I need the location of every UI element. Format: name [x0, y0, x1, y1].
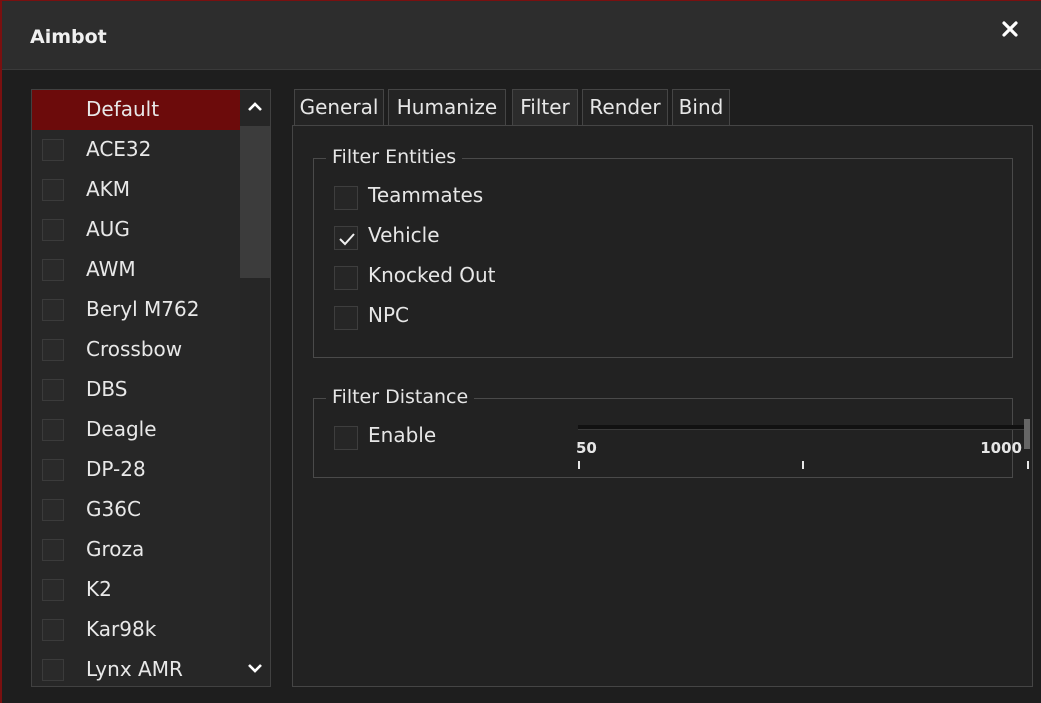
filter-entities-title: Filter Entities: [326, 146, 463, 168]
scroll-down-button[interactable]: [240, 650, 270, 686]
slider-tick: [802, 461, 804, 469]
weapon-list[interactable]: Default ACE32 AKM AUG AWM Beryl M762 Crossbow D…: [31, 89, 271, 687]
weapon-checkbox[interactable]: [42, 259, 64, 281]
weapon-list-item[interactable]: AWM: [32, 250, 240, 290]
npc-label: NPC: [368, 303, 409, 327]
weapon-checkbox[interactable]: [42, 459, 64, 481]
weapon-checkbox[interactable]: [42, 379, 64, 401]
enable-distance-checkbox-box[interactable]: [334, 426, 358, 450]
weapon-list-item[interactable]: G36C: [32, 490, 240, 530]
chevron-down-icon: [248, 664, 262, 673]
knocked-out-checkbox-box[interactable]: [334, 266, 358, 290]
tab-general[interactable]: General: [294, 89, 384, 125]
weapon-checkbox[interactable]: [42, 579, 64, 601]
filter-entities-group: Filter Entities Teammates Vehicle Knocke…: [313, 146, 1013, 358]
weapon-label: Groza: [86, 537, 145, 561]
slider-tick: [578, 461, 580, 469]
distance-slider-thumb[interactable]: [1024, 419, 1030, 449]
weapon-label: Lynx AMR: [86, 657, 183, 681]
weapon-label: Deagle: [86, 417, 157, 441]
teammates-label: Teammates: [368, 183, 484, 207]
weapon-checkbox[interactable]: [42, 659, 64, 681]
weapon-checkbox[interactable]: [42, 419, 64, 441]
chevron-up-icon: [248, 102, 262, 111]
tab-render[interactable]: Render: [582, 89, 668, 125]
weapon-checkbox[interactable]: [42, 219, 64, 241]
weapon-list-item[interactable]: AUG: [32, 210, 240, 250]
slider-tick: [1027, 461, 1029, 469]
weapon-checkbox[interactable]: [42, 299, 64, 321]
distance-slider[interactable]: 50 1000: [576, 419, 1030, 475]
filter-distance-title: Filter Distance: [326, 386, 475, 408]
vehicle-label: Vehicle: [368, 223, 440, 247]
vehicle-checkbox-box[interactable]: [334, 226, 358, 250]
weapon-list-item[interactable]: Groza: [32, 530, 240, 570]
aimbot-window: Aimbot Default ACE32 AKM AUG AWM Beryl M762 Cr…: [0, 0, 1041, 703]
scroll-up-button[interactable]: [240, 90, 270, 126]
scroll-thumb[interactable]: [240, 126, 270, 278]
close-button[interactable]: [992, 11, 1028, 47]
checkmark-icon: [339, 233, 355, 246]
weapon-checkbox[interactable]: [42, 539, 64, 561]
weapon-list-item[interactable]: Lynx AMR: [32, 650, 240, 686]
weapon-label: AUG: [86, 217, 130, 241]
weapon-list-item[interactable]: AKM: [32, 170, 240, 210]
weapon-checkbox[interactable]: [42, 339, 64, 361]
close-icon: [1002, 21, 1018, 37]
npc-checkbox-box[interactable]: [334, 306, 358, 330]
window-title: Aimbot: [30, 26, 107, 48]
tab-humanize[interactable]: Humanize: [388, 89, 506, 125]
tab-filter[interactable]: Filter: [512, 89, 578, 125]
weapon-list-item[interactable]: Deagle: [32, 410, 240, 450]
weapon-checkbox[interactable]: [42, 179, 64, 201]
weapon-list-scrollbar[interactable]: [240, 90, 270, 686]
title-bar[interactable]: Aimbot: [2, 1, 1041, 70]
knocked-out-label: Knocked Out: [368, 263, 496, 287]
weapon-label: K2: [86, 577, 112, 601]
weapon-checkbox[interactable]: [42, 619, 64, 641]
weapon-list-item[interactable]: DBS: [32, 370, 240, 410]
weapon-label: AWM: [86, 257, 136, 281]
weapon-label: DP-28: [86, 457, 146, 481]
weapon-label: G36C: [86, 497, 141, 521]
weapon-label: AKM: [86, 177, 131, 201]
weapon-checkbox[interactable]: [42, 139, 64, 161]
enable-distance-label: Enable: [368, 423, 437, 447]
weapon-label: Default: [86, 97, 160, 121]
weapon-list-item[interactable]: Beryl M762: [32, 290, 240, 330]
weapon-list-item[interactable]: Crossbow: [32, 330, 240, 370]
weapon-list-item[interactable]: Kar98k: [32, 610, 240, 650]
weapon-list-item[interactable]: ACE32: [32, 130, 240, 170]
weapon-checkbox[interactable]: [42, 499, 64, 521]
weapon-label: DBS: [86, 377, 128, 401]
filter-distance-group: Filter Distance Enable 50 1000: [313, 386, 1030, 478]
tab-bind[interactable]: Bind: [672, 89, 730, 125]
weapon-label: Kar98k: [86, 617, 157, 641]
weapon-list-item[interactable]: Default: [32, 90, 240, 130]
weapon-list-item[interactable]: K2: [32, 570, 240, 610]
slider-max-label: 1000: [980, 439, 1022, 457]
weapon-label: ACE32: [86, 137, 152, 161]
distance-slider-track[interactable]: [578, 425, 1026, 430]
slider-min-label: 50: [576, 439, 597, 457]
teammates-checkbox-box[interactable]: [334, 186, 358, 210]
filter-panel: Filter Entities Teammates Vehicle Knocke…: [292, 125, 1033, 687]
weapon-label: Crossbow: [86, 337, 183, 361]
weapon-list-item[interactable]: DP-28: [32, 450, 240, 490]
weapon-label: Beryl M762: [86, 297, 200, 321]
